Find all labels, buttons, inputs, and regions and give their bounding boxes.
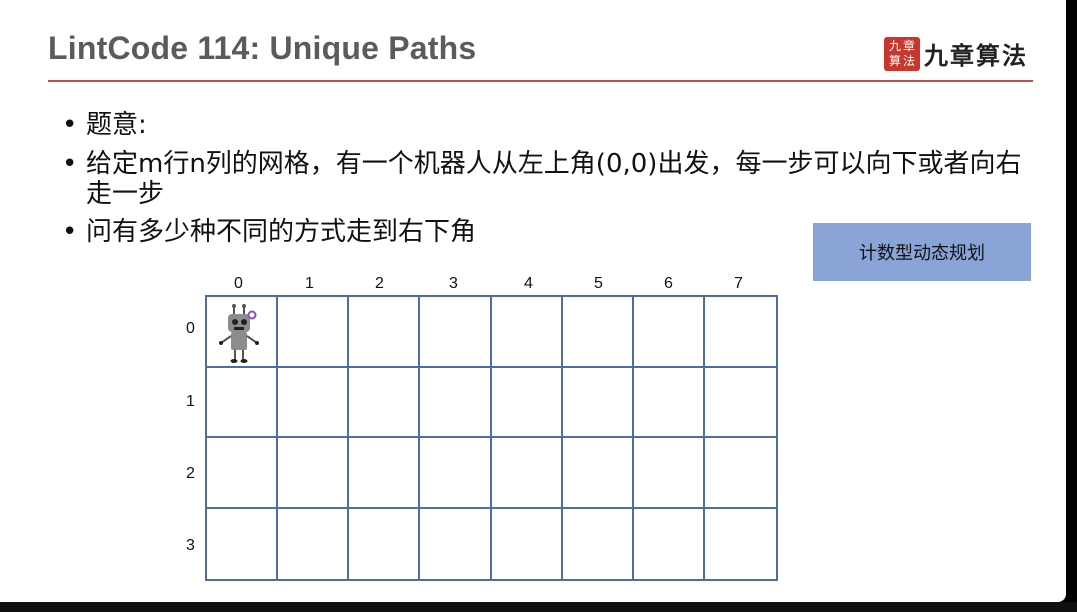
column-label: 2 — [375, 275, 384, 292]
row-label: 0 — [186, 320, 195, 337]
grid-cell — [349, 438, 421, 509]
grid-cell — [491, 438, 563, 509]
logo: 九 章 算 法 九章算法 — [884, 36, 1028, 71]
column-label: 1 — [305, 275, 314, 292]
grid-cell — [278, 438, 350, 509]
counting-dp-badge: 计数型动态规划 — [813, 223, 1031, 281]
grid-cell — [278, 367, 350, 438]
grid-cell — [704, 297, 776, 368]
grid-cell — [492, 508, 563, 579]
column-label: 5 — [594, 275, 603, 292]
grid-cell — [207, 297, 279, 368]
column-label: 4 — [524, 275, 533, 292]
grid-cell — [562, 297, 634, 368]
robot-icon — [219, 304, 259, 363]
play-triangle-icon — [1006, 558, 1025, 582]
column-label: 6 — [664, 275, 673, 292]
video-bottom-bar — [0, 602, 1077, 612]
grid-cell — [420, 297, 492, 368]
grid-cell — [278, 508, 350, 579]
slide: LintCode 114: Unique Paths 九 章 算 法 九章算法 … — [0, 0, 1066, 602]
grid-cell — [420, 438, 492, 509]
grid-cell — [562, 438, 634, 509]
grid-cell — [207, 367, 279, 438]
bullet-item: 题意: — [62, 110, 1042, 140]
row-label: 2 — [186, 465, 195, 482]
grid-cell — [207, 508, 279, 579]
grid-cell — [207, 438, 279, 509]
grid-cell — [278, 297, 350, 368]
column-label: 0 — [234, 275, 243, 292]
grid-cell — [633, 438, 705, 509]
grid-cell — [563, 508, 634, 579]
grid-cell — [491, 297, 563, 368]
grid-cell — [349, 367, 421, 438]
logo-text: 九章算法 — [924, 41, 1028, 70]
grid-cell — [704, 438, 776, 509]
grid-cell — [420, 508, 492, 579]
grid-cell — [633, 297, 705, 368]
row-label: 1 — [186, 393, 195, 410]
grid-cell — [420, 367, 492, 438]
grid-cell — [349, 508, 421, 579]
column-label: 7 — [734, 275, 743, 292]
title-divider — [48, 80, 1033, 82]
grid-cell — [634, 508, 705, 579]
grid-cell — [562, 367, 634, 438]
grid-cell — [704, 368, 776, 438]
path-grid — [205, 295, 778, 581]
column-label: 3 — [449, 275, 458, 292]
grid-cell — [491, 367, 563, 438]
grid-cell — [633, 367, 705, 438]
grid-cell — [705, 509, 776, 580]
logo-seal: 九 章 算 法 — [884, 36, 920, 71]
bullet-item: 给定m行n列的网格，有一个机器人从左上角(0,0)出发，每一步可以向下或者向右走… — [62, 149, 1022, 209]
grid-cell — [349, 297, 421, 368]
row-label: 3 — [186, 537, 195, 554]
slide-title: LintCode 114: Unique Paths — [48, 30, 477, 66]
play-watermark-icon[interactable] — [984, 545, 1042, 595]
